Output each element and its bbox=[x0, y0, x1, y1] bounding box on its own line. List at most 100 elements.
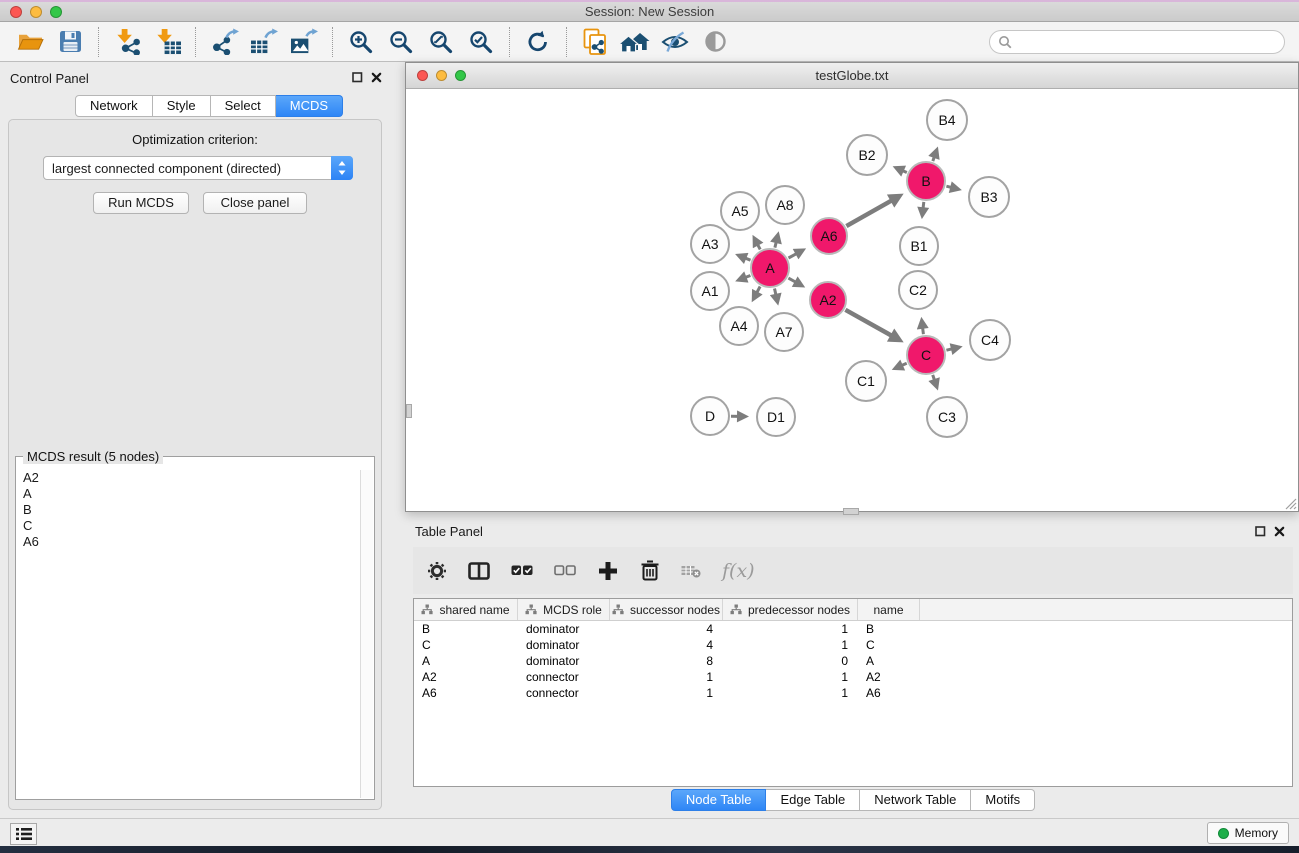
export-network-button[interactable] bbox=[207, 26, 241, 58]
table-tab-network-table[interactable]: Network Table bbox=[860, 789, 971, 811]
edge-C-C1[interactable] bbox=[895, 363, 906, 368]
search-box[interactable] bbox=[989, 30, 1285, 54]
mcds-result-item-a6[interactable]: A6 bbox=[17, 534, 359, 550]
edge-A-A4[interactable] bbox=[754, 287, 761, 299]
node-B3[interactable]: B3 bbox=[969, 177, 1009, 217]
zoom-in-button[interactable] bbox=[344, 26, 378, 58]
split-view-button[interactable] bbox=[468, 562, 490, 580]
home-button[interactable] bbox=[618, 26, 652, 58]
node-B[interactable]: B bbox=[907, 162, 945, 200]
duplicate-network-button[interactable] bbox=[578, 26, 612, 58]
tab-style[interactable]: Style bbox=[153, 95, 211, 117]
import-table-button[interactable] bbox=[150, 26, 184, 58]
network-canvas[interactable]: B4 B2 B B3 A5A8A6 B1 A3 A C2 A1 A2 A4A7 C4 C C1 C3 D D1 bbox=[406, 89, 1298, 511]
run-mcds-button[interactable]: Run MCDS bbox=[93, 192, 189, 214]
node-A6[interactable]: A6 bbox=[811, 218, 847, 254]
node-A4[interactable]: A4 bbox=[720, 307, 758, 345]
add-column-button[interactable] bbox=[597, 560, 619, 582]
network-vertical-scroll-thumb[interactable] bbox=[406, 404, 412, 418]
node-D1[interactable]: D1 bbox=[757, 398, 795, 436]
network-window-titlebar[interactable]: testGlobe.txt bbox=[406, 63, 1298, 89]
edge-A-A7[interactable] bbox=[775, 289, 778, 302]
node-A1[interactable]: A1 bbox=[691, 272, 729, 310]
node-D[interactable]: D bbox=[691, 397, 729, 435]
node-C3[interactable]: C3 bbox=[927, 397, 967, 437]
result-list-scrollbar[interactable] bbox=[360, 470, 373, 798]
function-builder-button[interactable]: f(x) bbox=[722, 560, 755, 582]
edge-C-C3[interactable] bbox=[933, 375, 937, 387]
column-header-successor-nodes[interactable]: successor nodes bbox=[610, 599, 723, 620]
task-history-button[interactable] bbox=[10, 823, 37, 845]
edge-B-B3[interactable] bbox=[946, 186, 958, 189]
node-C1[interactable]: C1 bbox=[846, 361, 886, 401]
node-A3[interactable]: A3 bbox=[691, 225, 729, 263]
refresh-button[interactable] bbox=[521, 26, 555, 58]
edge-A6-B[interactable] bbox=[846, 196, 899, 226]
mcds-result-item-b[interactable]: B bbox=[17, 502, 359, 518]
node-C2[interactable]: C2 bbox=[899, 271, 937, 309]
node-A[interactable]: A bbox=[751, 249, 789, 287]
column-header-shared-name[interactable]: shared name bbox=[414, 599, 518, 620]
close-panel-button[interactable]: Close panel bbox=[203, 192, 307, 214]
table-row[interactable]: Adominator80A bbox=[414, 653, 1292, 669]
mcds-result-item-a[interactable]: A bbox=[17, 486, 359, 502]
edge-B-B2[interactable] bbox=[896, 168, 907, 173]
table-tab-motifs[interactable]: Motifs bbox=[971, 789, 1035, 811]
table-tab-node-table[interactable]: Node Table bbox=[671, 789, 767, 811]
table-settings-button[interactable] bbox=[427, 561, 447, 581]
search-input[interactable] bbox=[1017, 35, 1276, 49]
node-A5[interactable]: A5 bbox=[721, 192, 759, 230]
edge-A-A3[interactable] bbox=[739, 256, 751, 261]
edge-A2-C[interactable] bbox=[845, 310, 899, 340]
float-panel-icon[interactable] bbox=[352, 72, 363, 83]
zoom-fit-button[interactable] bbox=[424, 26, 458, 58]
table-row[interactable]: A2connector11A2 bbox=[414, 669, 1292, 685]
column-header-predecessor-nodes[interactable]: predecessor nodes bbox=[723, 599, 858, 620]
node-A7[interactable]: A7 bbox=[765, 313, 803, 351]
table-row[interactable]: Cdominator41C bbox=[414, 637, 1292, 653]
close-panel-icon[interactable] bbox=[371, 72, 382, 83]
app-titlebar[interactable]: Session: New Session bbox=[0, 0, 1299, 22]
node-C[interactable]: C bbox=[907, 336, 945, 374]
import-network-button[interactable] bbox=[110, 26, 144, 58]
edge-B-B4[interactable] bbox=[933, 150, 937, 161]
zoom-out-button[interactable] bbox=[384, 26, 418, 58]
window-resize-grip[interactable] bbox=[1284, 497, 1297, 510]
memory-button[interactable]: Memory bbox=[1207, 822, 1289, 844]
network-horizontal-scroll-thumb[interactable] bbox=[843, 508, 859, 515]
edge-A-A1[interactable] bbox=[739, 276, 751, 280]
tab-select[interactable]: Select bbox=[211, 95, 276, 117]
table-row[interactable]: A6connector11A6 bbox=[414, 685, 1292, 701]
mcds-result-item-c[interactable]: C bbox=[17, 518, 359, 534]
delete-table-button[interactable] bbox=[681, 564, 701, 578]
show-graphics-details-button[interactable] bbox=[698, 26, 732, 58]
select-all-button[interactable] bbox=[511, 564, 533, 577]
column-header-MCDS-role[interactable]: MCDS role bbox=[518, 599, 610, 620]
edge-A-A8[interactable] bbox=[775, 235, 778, 247]
node-B4[interactable]: B4 bbox=[927, 100, 967, 140]
open-session-button[interactable] bbox=[13, 26, 47, 58]
edge-B-B1[interactable] bbox=[922, 202, 924, 215]
node-C4[interactable]: C4 bbox=[970, 320, 1010, 360]
float-table-panel-icon[interactable] bbox=[1255, 526, 1266, 537]
mcds-result-item-a2[interactable]: A2 bbox=[17, 470, 359, 486]
close-table-panel-icon[interactable] bbox=[1274, 526, 1285, 537]
edge-A-A2[interactable] bbox=[788, 278, 801, 285]
deselect-all-button[interactable] bbox=[554, 564, 576, 577]
edge-A-A6[interactable] bbox=[789, 250, 803, 258]
edge-C-C2[interactable] bbox=[922, 321, 924, 334]
hide-graphics-details-button[interactable] bbox=[658, 26, 692, 58]
tab-network[interactable]: Network bbox=[75, 95, 153, 117]
save-session-button[interactable] bbox=[53, 26, 87, 58]
delete-column-button[interactable] bbox=[640, 560, 660, 581]
edge-A-A5[interactable] bbox=[754, 238, 760, 249]
node-B1[interactable]: B1 bbox=[900, 227, 938, 265]
edge-C-C4[interactable] bbox=[946, 347, 958, 350]
node-B2[interactable]: B2 bbox=[847, 135, 887, 175]
column-header-name[interactable]: name bbox=[858, 599, 920, 620]
tab-mcds[interactable]: MCDS bbox=[276, 95, 343, 117]
node-A2[interactable]: A2 bbox=[810, 282, 846, 318]
node-A8[interactable]: A8 bbox=[766, 186, 804, 224]
criterion-select[interactable]: largest connected component (directed) bbox=[43, 156, 353, 180]
table-row[interactable]: Bdominator41B bbox=[414, 621, 1292, 637]
